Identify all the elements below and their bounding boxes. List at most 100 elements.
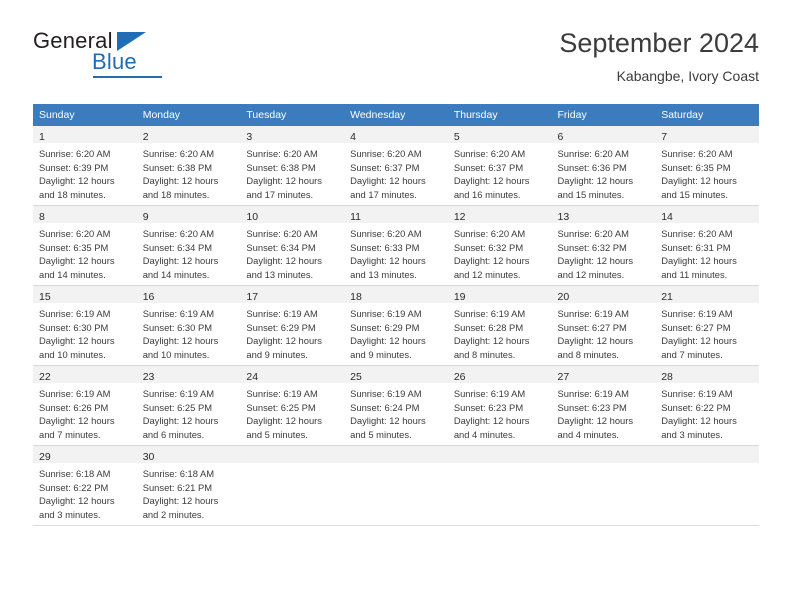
day-number-bar xyxy=(655,446,759,463)
day-cell[interactable]: 3 Sunrise: 6:20 AM Sunset: 6:38 PM Daylight… xyxy=(240,126,345,206)
day-cell[interactable]: 2 Sunrise: 6:20 AM Sunset: 6:38 PM Daylight… xyxy=(136,126,241,206)
sunrise-text: Sunrise: 6:20 AM xyxy=(246,148,318,159)
sunrise-text: Sunrise: 6:20 AM xyxy=(350,228,422,239)
day-cell[interactable]: 30 Sunrise: 6:18 AM Sunset: 6:21 PM Dayligh… xyxy=(136,446,241,526)
day-cell[interactable]: 26 Sunrise: 6:19 AM Sunset: 6:23 PM Dayligh… xyxy=(447,366,552,446)
day-details: Sunrise: 6:19 AM Sunset: 6:24 PM Daylight:… xyxy=(344,383,448,441)
sunrise-text: Sunrise: 6:19 AM xyxy=(661,308,733,319)
day-cell[interactable]: 7 Sunrise: 6:20 AM Sunset: 6:35 PM Daylight… xyxy=(655,126,759,206)
day-cell[interactable]: 29 Sunrise: 6:18 AM Sunset: 6:22 PM Dayligh… xyxy=(33,446,137,526)
day-cell[interactable]: 19 Sunrise: 6:19 AM Sunset: 6:28 PM Dayligh… xyxy=(447,286,552,366)
day-details: Sunrise: 6:20 AM Sunset: 6:38 PM Daylight:… xyxy=(240,143,344,201)
day-number-bar: 23 xyxy=(136,366,241,383)
day-details: Sunrise: 6:19 AM Sunset: 6:22 PM Daylight:… xyxy=(655,383,759,441)
day-cell-empty xyxy=(240,446,345,526)
day-number-bar: 25 xyxy=(344,366,448,383)
day-cell[interactable]: 11 Sunrise: 6:20 AM Sunset: 6:33 PM Dayligh… xyxy=(344,206,448,286)
day-number-bar: 15 xyxy=(33,286,137,303)
day-cell[interactable]: 5 Sunrise: 6:20 AM Sunset: 6:37 PM Daylight… xyxy=(447,126,552,206)
sunset-text: Sunset: 6:28 PM xyxy=(453,321,524,333)
daylight-text-line1: Daylight: 12 hours xyxy=(557,335,634,347)
day-cell[interactable]: 6 Sunrise: 6:20 AM Sunset: 6:36 PM Daylight… xyxy=(551,126,656,206)
calendar-week-row: 22 Sunrise: 6:19 AM Sunset: 6:26 PM Dayligh… xyxy=(33,366,759,446)
day-number-bar xyxy=(551,446,656,463)
day-number: 18 xyxy=(350,291,362,303)
day-number: 10 xyxy=(246,211,259,223)
day-details: Sunrise: 6:19 AM Sunset: 6:27 PM Daylight:… xyxy=(655,303,759,361)
day-number-bar: 30 xyxy=(136,446,241,463)
day-details: Sunrise: 6:19 AM Sunset: 6:29 PM Daylight:… xyxy=(344,303,448,361)
day-number: 4 xyxy=(350,131,356,143)
daylight-text-line2: and 18 minutes. xyxy=(142,188,210,200)
day-details: Sunrise: 6:19 AM Sunset: 6:29 PM Daylight:… xyxy=(240,303,344,361)
day-details: Sunrise: 6:20 AM Sunset: 6:36 PM Daylight:… xyxy=(552,143,656,201)
daylight-text-line1: Daylight: 12 hours xyxy=(350,415,426,427)
sunset-text: Sunset: 6:27 PM xyxy=(557,321,627,333)
day-number: 21 xyxy=(661,291,673,303)
sunset-text: Sunset: 6:29 PM xyxy=(246,321,316,333)
sunset-text: Sunset: 6:21 PM xyxy=(142,481,213,493)
day-cell[interactable]: 10 Sunrise: 6:20 AM Sunset: 6:34 PM Dayligh… xyxy=(240,206,345,286)
daylight-text-line1: Daylight: 12 hours xyxy=(142,495,219,507)
day-cell[interactable]: 18 Sunrise: 6:19 AM Sunset: 6:29 PM Dayligh… xyxy=(344,286,448,366)
table-cell: 21 Sunrise: 6:19 AM Sunset: 6:27 PM Dayligh… xyxy=(655,286,759,366)
daylight-text-line2: and 4 minutes. xyxy=(557,428,620,440)
sunrise-text: Sunrise: 6:20 AM xyxy=(453,228,526,239)
day-number-bar: 11 xyxy=(344,206,448,223)
sunrise-text: Sunrise: 6:18 AM xyxy=(39,468,111,479)
daylight-text-line2: and 5 minutes. xyxy=(350,428,412,440)
day-number-bar xyxy=(240,446,345,463)
day-details: Sunrise: 6:20 AM Sunset: 6:31 PM Daylight:… xyxy=(655,223,759,281)
day-cell[interactable]: 8 Sunrise: 6:20 AM Sunset: 6:35 PM Daylight… xyxy=(33,206,137,286)
table-cell: 19 Sunrise: 6:19 AM Sunset: 6:28 PM Dayligh… xyxy=(447,286,552,366)
daylight-text-line1: Daylight: 12 hours xyxy=(39,335,115,347)
sunset-text: Sunset: 6:31 PM xyxy=(661,241,731,253)
daylight-text-line2: and 5 minutes. xyxy=(246,428,308,440)
day-number: 23 xyxy=(142,371,155,383)
day-cell[interactable]: 1 Sunrise: 6:20 AM Sunset: 6:39 PM Daylight… xyxy=(33,126,137,206)
day-number-bar: 27 xyxy=(551,366,656,383)
daylight-text-line1: Daylight: 12 hours xyxy=(142,255,219,267)
day-number-bar: 10 xyxy=(240,206,345,223)
day-cell[interactable]: 14 Sunrise: 6:20 AM Sunset: 6:31 PM Dayligh… xyxy=(655,206,759,286)
day-cell-empty xyxy=(344,446,448,526)
daylight-text-line1: Daylight: 12 hours xyxy=(661,255,737,267)
day-cell[interactable]: 12 Sunrise: 6:20 AM Sunset: 6:32 PM Dayligh… xyxy=(447,206,552,286)
day-cell[interactable]: 22 Sunrise: 6:19 AM Sunset: 6:26 PM Dayligh… xyxy=(33,366,137,446)
table-cell: 27 Sunrise: 6:19 AM Sunset: 6:23 PM Dayligh… xyxy=(551,366,656,446)
day-details: Sunrise: 6:20 AM Sunset: 6:35 PM Daylight:… xyxy=(33,223,137,281)
day-cell[interactable]: 16 Sunrise: 6:19 AM Sunset: 6:30 PM Dayligh… xyxy=(136,286,241,366)
sunrise-text: Sunrise: 6:19 AM xyxy=(350,308,422,319)
table-cell: 10 Sunrise: 6:20 AM Sunset: 6:34 PM Dayligh… xyxy=(240,206,345,286)
day-details: Sunrise: 6:20 AM Sunset: 6:37 PM Daylight:… xyxy=(344,143,448,201)
column-header-saturday: Saturday xyxy=(655,104,759,126)
sunrise-text: Sunrise: 6:19 AM xyxy=(142,308,215,319)
daylight-text-line2: and 14 minutes. xyxy=(142,268,210,280)
day-cell[interactable]: 4 Sunrise: 6:20 AM Sunset: 6:37 PM Daylight… xyxy=(344,126,448,206)
day-cell[interactable]: 9 Sunrise: 6:20 AM Sunset: 6:34 PM Daylight… xyxy=(136,206,241,286)
day-number: 16 xyxy=(142,291,155,303)
day-cell[interactable]: 17 Sunrise: 6:19 AM Sunset: 6:29 PM Dayligh… xyxy=(240,286,345,366)
sunset-text: Sunset: 6:30 PM xyxy=(142,321,213,333)
day-cell[interactable]: 20 Sunrise: 6:19 AM Sunset: 6:27 PM Dayligh… xyxy=(551,286,656,366)
sunrise-text: Sunrise: 6:20 AM xyxy=(142,228,215,239)
day-cell[interactable]: 23 Sunrise: 6:19 AM Sunset: 6:25 PM Dayligh… xyxy=(136,366,241,446)
table-cell: 9 Sunrise: 6:20 AM Sunset: 6:34 PM Daylight… xyxy=(136,206,241,286)
day-number-bar: 26 xyxy=(447,366,552,383)
day-cell[interactable]: 27 Sunrise: 6:19 AM Sunset: 6:23 PM Dayligh… xyxy=(551,366,656,446)
day-details: Sunrise: 6:18 AM Sunset: 6:22 PM Daylight:… xyxy=(33,463,137,521)
sunrise-text: Sunrise: 6:20 AM xyxy=(142,148,215,159)
day-cell[interactable]: 25 Sunrise: 6:19 AM Sunset: 6:24 PM Dayligh… xyxy=(344,366,448,446)
day-number: 13 xyxy=(557,211,570,223)
daylight-text-line2: and 14 minutes. xyxy=(39,268,106,280)
day-cell[interactable]: 21 Sunrise: 6:19 AM Sunset: 6:27 PM Dayligh… xyxy=(655,286,759,366)
day-cell[interactable]: 24 Sunrise: 6:19 AM Sunset: 6:25 PM Dayligh… xyxy=(240,366,345,446)
day-cell[interactable]: 13 Sunrise: 6:20 AM Sunset: 6:32 PM Dayligh… xyxy=(551,206,656,286)
table-cell: 15 Sunrise: 6:19 AM Sunset: 6:30 PM Dayligh… xyxy=(33,286,137,366)
calendar-week-row: 1 Sunrise: 6:20 AM Sunset: 6:39 PM Daylight… xyxy=(33,126,759,206)
day-cell[interactable]: 28 Sunrise: 6:19 AM Sunset: 6:22 PM Dayligh… xyxy=(655,366,759,446)
day-cell[interactable]: 15 Sunrise: 6:19 AM Sunset: 6:30 PM Dayligh… xyxy=(33,286,137,366)
day-number: 5 xyxy=(453,131,460,143)
day-number: 30 xyxy=(142,451,155,463)
column-header-friday: Friday xyxy=(551,104,656,126)
